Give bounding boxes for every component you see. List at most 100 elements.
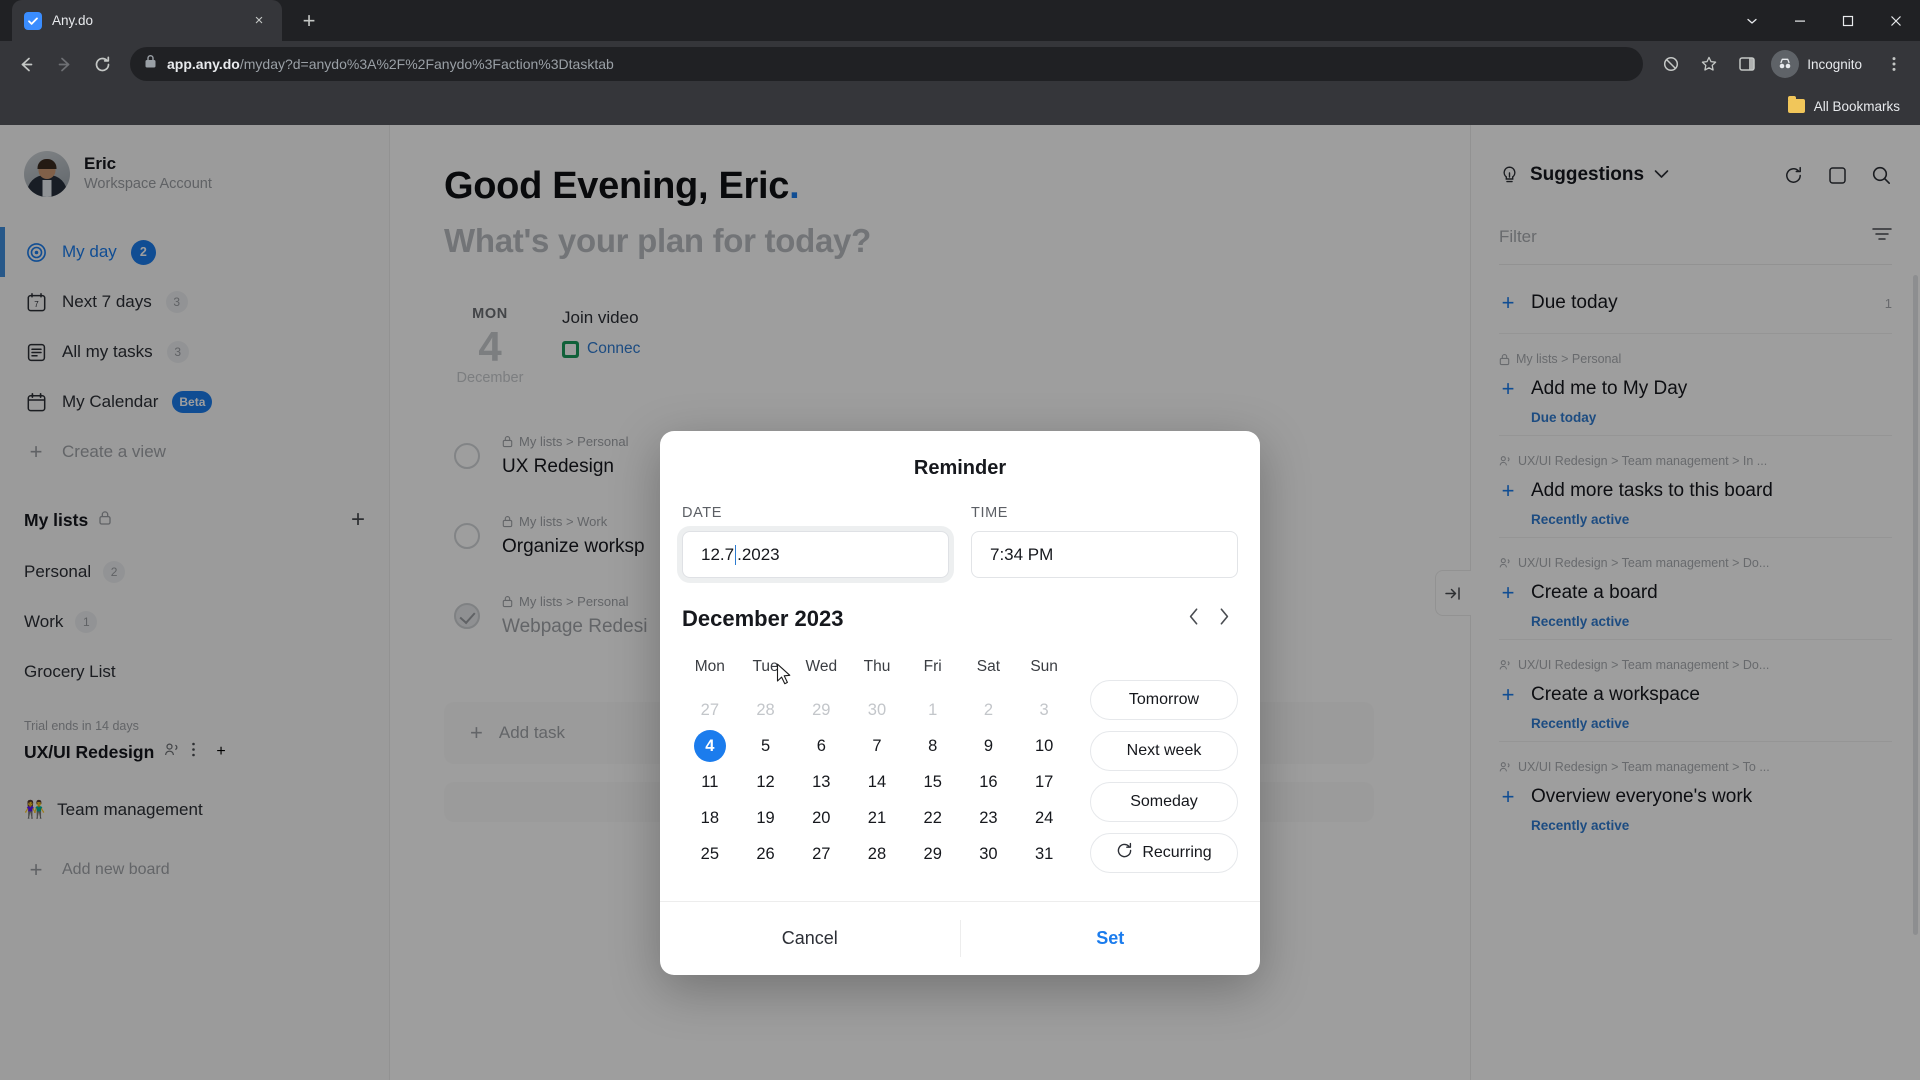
calendar-day[interactable]: 17 (1016, 764, 1072, 800)
tab-title: Any.do (52, 13, 94, 28)
new-tab-button[interactable]: + (292, 4, 326, 38)
time-input[interactable]: 7:34 PM (971, 531, 1238, 578)
time-label: TIME (971, 505, 1009, 521)
calendar-day[interactable]: 27 (793, 836, 849, 872)
calendar-day[interactable]: 21 (849, 800, 905, 836)
next-month-button[interactable] (1218, 607, 1230, 631)
calendar-day[interactable]: 6 (793, 728, 849, 764)
side-panel-icon[interactable] (1729, 46, 1765, 82)
all-bookmarks-label[interactable]: All Bookmarks (1814, 99, 1900, 114)
calendar-week-row: 4 5 6 7 8 9 10 (682, 728, 1072, 764)
calendar-day[interactable]: 20 (793, 800, 849, 836)
quick-recurring-button[interactable]: Recurring (1090, 833, 1238, 873)
calendar-day[interactable]: 23 (961, 800, 1017, 836)
incognito-profile-button[interactable]: Incognito (1767, 47, 1874, 81)
reload-icon[interactable] (84, 46, 120, 82)
calendar-day[interactable]: 5 (738, 728, 794, 764)
window-controls (1728, 0, 1920, 41)
calendar-day[interactable]: 18 (682, 800, 738, 836)
block-cookies-icon[interactable] (1653, 46, 1689, 82)
bookmark-star-icon[interactable] (1691, 46, 1727, 82)
quick-action-label: Someday (1130, 793, 1198, 810)
calendar-day[interactable]: 8 (905, 728, 961, 764)
calendar-day[interactable]: 29 (793, 692, 849, 728)
dialog-body: DATE 12.7.2023 TIME 7:34 PM December 202… (660, 505, 1260, 873)
calendar-day[interactable]: 30 (849, 692, 905, 728)
maximize-icon[interactable] (1824, 0, 1872, 41)
dialog-title: Reminder (913, 456, 1007, 479)
calendar-day[interactable]: 22 (905, 800, 961, 836)
calendar-day[interactable]: 30 (961, 836, 1017, 872)
weekday-label: Mon (694, 658, 725, 675)
minimize-group-icon[interactable] (1728, 0, 1776, 41)
lock-icon (144, 54, 157, 74)
calendar-day[interactable]: 10 (1016, 728, 1072, 764)
calendar-day[interactable]: 28 (738, 692, 794, 728)
calendar-day[interactable]: 29 (905, 836, 961, 872)
weekday-label: Wed (805, 658, 838, 675)
calendar-day[interactable]: 27 (682, 692, 738, 728)
close-window-icon[interactable] (1872, 0, 1920, 41)
quick-next-week-button[interactable]: Next week (1090, 731, 1238, 771)
address-bar[interactable]: app.any.do/myday?d=anydo%3A%2F%2Fanydo%3… (130, 47, 1644, 81)
mouse-cursor (776, 663, 791, 685)
time-field-group: TIME 7:34 PM (971, 505, 1238, 578)
url-path: /myday?d=anydo%3A%2F%2Fanydo%3Faction%3D… (239, 56, 614, 72)
weekday-label: Thu (863, 658, 891, 675)
close-tab-icon[interactable]: × (248, 10, 270, 32)
app-viewport: Eric Workspace Account My day 2 7 Next 7… (0, 125, 1920, 1080)
calendar-day[interactable]: 31 (1016, 836, 1072, 872)
calendar-week-row: 25 26 27 28 29 30 31 (682, 836, 1072, 872)
url-host: app.any.do (167, 56, 240, 72)
reminder-dialog: Reminder DATE 12.7.2023 TIME 7:34 PM Dec… (660, 431, 1260, 975)
forward-icon[interactable] (46, 46, 82, 82)
incognito-icon (1771, 50, 1800, 78)
chrome-menu-icon[interactable] (1876, 46, 1912, 82)
calendar-day[interactable]: 19 (738, 800, 794, 836)
calendar-day[interactable]: 16 (961, 764, 1017, 800)
date-value-after: .2023 (737, 544, 780, 564)
quick-tomorrow-button[interactable]: Tomorrow (1090, 680, 1238, 720)
prev-month-button[interactable] (1188, 607, 1200, 631)
weekday-label: Sat (976, 658, 1001, 675)
minimize-icon[interactable] (1776, 0, 1824, 41)
date-field-group: DATE 12.7.2023 (682, 505, 949, 578)
browser-tab[interactable]: Any.do × (12, 0, 282, 41)
calendar-day[interactable]: 2 (961, 692, 1017, 728)
quick-someday-button[interactable]: Someday (1090, 782, 1238, 822)
toolbar-right: Incognito (1653, 46, 1912, 82)
weekday-header-row: Mon Tue Wed Thu Fri Sat Sun (682, 658, 1072, 682)
cancel-button[interactable]: Cancel (660, 902, 960, 975)
folder-icon (1787, 96, 1805, 113)
recurring-icon (1116, 842, 1133, 864)
calendar-day[interactable]: 28 (849, 836, 905, 872)
calendar-day[interactable]: 11 (682, 764, 738, 800)
calendar-day[interactable]: 26 (738, 836, 794, 872)
tab-strip: Any.do × + (0, 0, 1920, 41)
calendar-day[interactable]: 12 (738, 764, 794, 800)
quick-action-label: Recurring (1142, 844, 1212, 861)
date-input[interactable]: 12.7.2023 (682, 531, 949, 578)
calendar-day[interactable]: 7 (849, 728, 905, 764)
calendar-day[interactable]: 25 (682, 836, 738, 872)
calendar-day[interactable]: 15 (905, 764, 961, 800)
set-button[interactable]: Set (961, 902, 1261, 975)
calendar-day[interactable]: 14 (849, 764, 905, 800)
back-icon[interactable] (8, 46, 44, 82)
browser-window: Any.do × + app.any.do/myday?d=anydo%3A%2… (0, 0, 1920, 1080)
calendar-day[interactable]: 24 (1016, 800, 1072, 836)
profile-label: Incognito (1807, 56, 1862, 72)
anydo-favicon (24, 11, 42, 30)
calendar-month-title: December 2023 (682, 606, 844, 631)
browser-toolbar: app.any.do/myday?d=anydo%3A%2F%2Fanydo%3… (0, 41, 1920, 87)
quick-date-actions: Tomorrow Next week Someday Recurring (1090, 658, 1238, 873)
calendar-day[interactable]: 13 (793, 764, 849, 800)
calendar-day-selected[interactable]: 4 (682, 728, 738, 764)
calendar-grid: Mon Tue Wed Thu Fri Sat Sun 27 28 29 30 … (682, 658, 1072, 873)
calendar-day[interactable]: 1 (905, 692, 961, 728)
weekday-label: Sun (1030, 658, 1058, 675)
calendar-day[interactable]: 3 (1016, 692, 1072, 728)
calendar-day[interactable]: 9 (961, 728, 1017, 764)
calendar-week-row: 27 28 29 30 1 2 3 (682, 692, 1072, 728)
date-label: DATE (682, 505, 722, 521)
